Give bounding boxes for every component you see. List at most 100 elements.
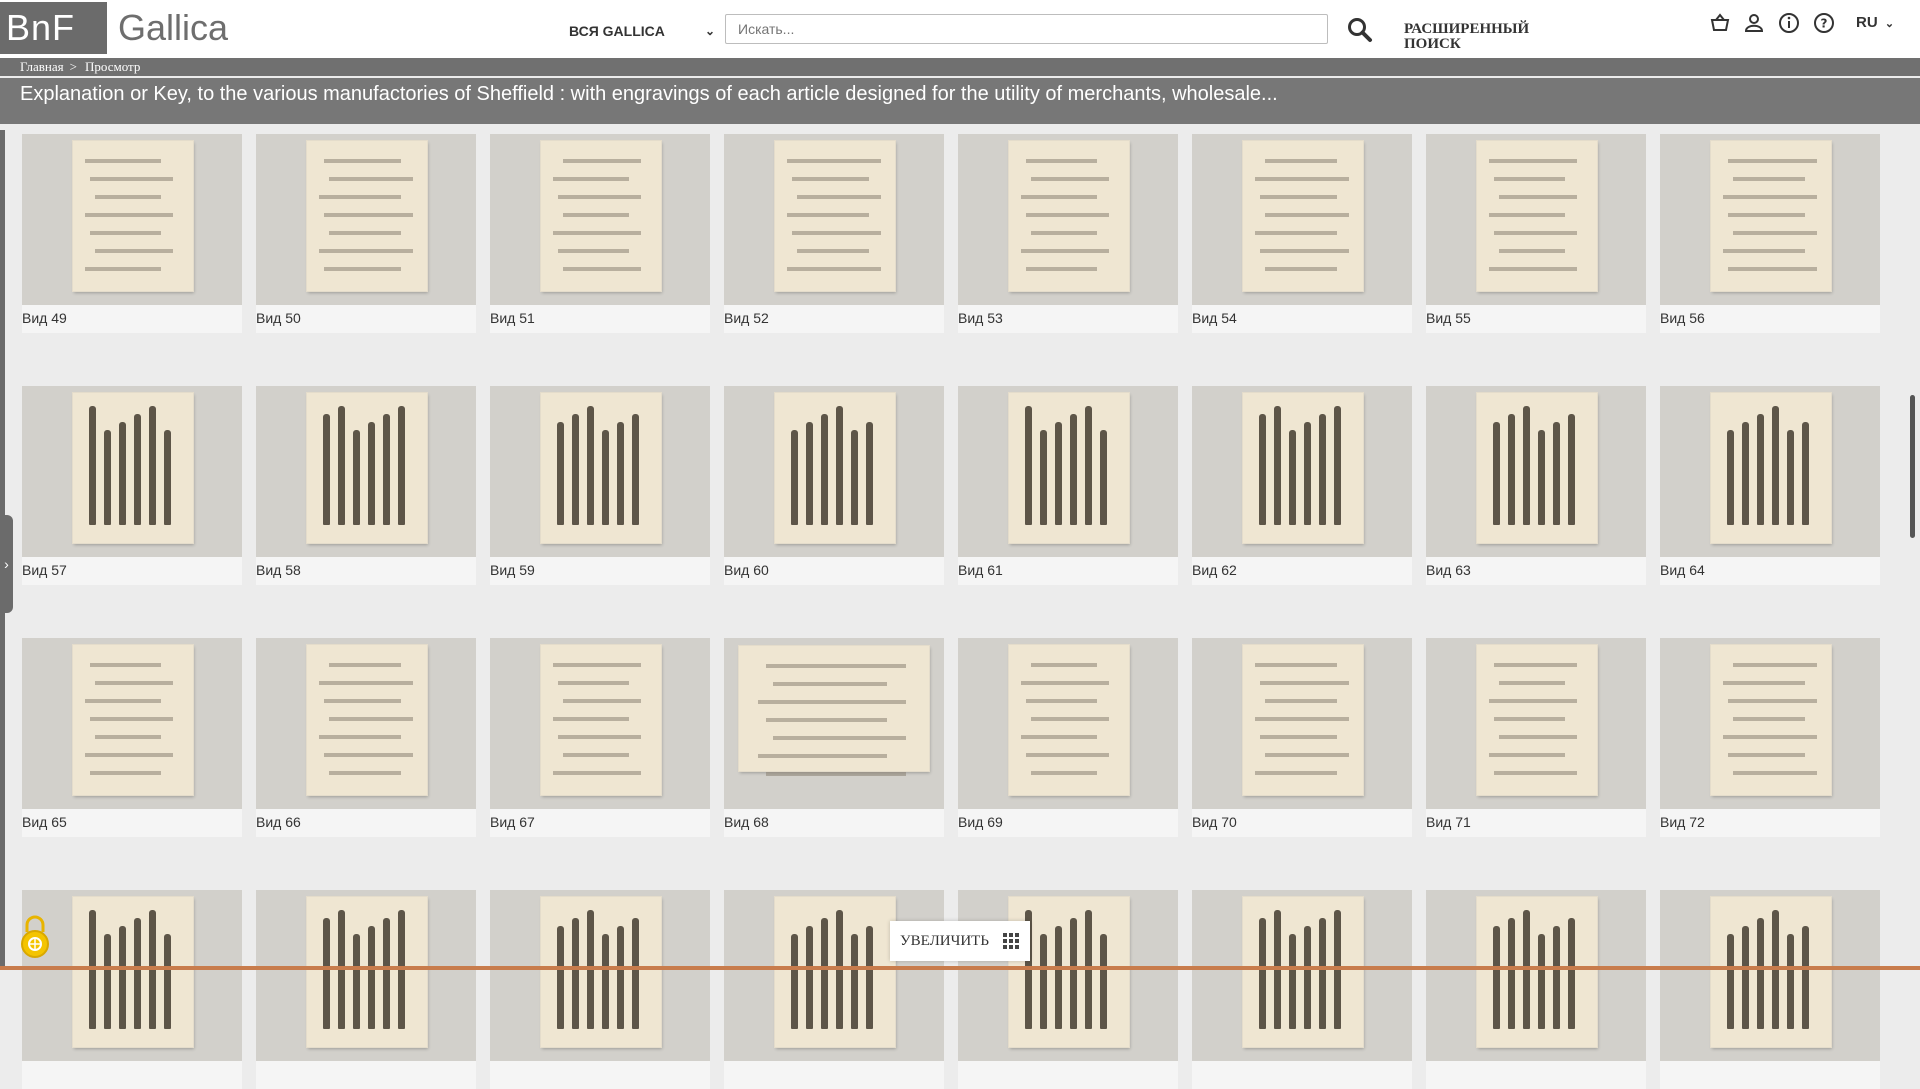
thumbnail-label[interactable]: Вид 67 — [490, 814, 535, 830]
thumbnail-image[interactable] — [1426, 638, 1646, 809]
thumbnail-tile[interactable]: Вид 50 — [256, 134, 476, 333]
thumbnail-tile[interactable]: Вид 65 — [22, 638, 242, 837]
thumbnail-image[interactable] — [724, 638, 944, 809]
thumbnail-label[interactable]: Вид 60 — [724, 562, 769, 578]
thumbnail-tile[interactable] — [1192, 890, 1412, 1089]
basket-icon[interactable] — [1709, 12, 1731, 34]
thumbnail-label[interactable]: Вид 71 — [1426, 814, 1471, 830]
site-name[interactable]: Gallica — [118, 6, 228, 50]
thumbnail-label[interactable]: Вид 55 — [1426, 310, 1471, 326]
thumbnail-image[interactable] — [490, 386, 710, 557]
breadcrumb-current[interactable]: Просмотр — [85, 59, 140, 74]
thumbnail-tile[interactable]: Вид 56 — [1660, 134, 1880, 333]
thumbnail-image[interactable] — [256, 638, 476, 809]
thumbnail-image[interactable] — [1192, 386, 1412, 557]
thumbnail-tile[interactable] — [22, 890, 242, 1089]
language-select[interactable]: RU ⌄ — [1856, 14, 1894, 31]
thumbnail-image[interactable] — [22, 638, 242, 809]
thumbnail-tile[interactable]: Вид 71 — [1426, 638, 1646, 837]
thumbnail-image[interactable] — [1426, 386, 1646, 557]
thumbnail-image[interactable] — [256, 386, 476, 557]
thumbnail-tile[interactable] — [1426, 890, 1646, 1089]
thumbnail-label[interactable]: Вид 57 — [22, 562, 67, 578]
thumbnail-label[interactable]: Вид 53 — [958, 310, 1003, 326]
thumbnail-tile[interactable]: Вид 54 — [1192, 134, 1412, 333]
thumbnail-label[interactable]: Вид 64 — [1660, 562, 1705, 578]
thumbnail-tile[interactable]: Вид 59 — [490, 386, 710, 585]
thumbnail-image[interactable] — [1192, 638, 1412, 809]
thumbnail-image[interactable] — [490, 134, 710, 305]
thumbnail-image[interactable] — [256, 890, 476, 1061]
thumbnail-image[interactable] — [724, 386, 944, 557]
thumbnail-label[interactable]: Вид 66 — [256, 814, 301, 830]
thumbnail-label[interactable]: Вид 49 — [22, 310, 67, 326]
user-icon[interactable] — [1743, 12, 1765, 34]
thumbnail-image[interactable] — [1660, 386, 1880, 557]
advanced-search-link[interactable]: РАСШИРЕННЫЙ ПОИСК — [1404, 22, 1544, 52]
thumbnail-tile[interactable]: Вид 66 — [256, 638, 476, 837]
side-panel-toggle[interactable]: › — [0, 515, 13, 613]
thumbnail-image[interactable] — [958, 890, 1178, 1061]
thumbnail-label[interactable]: Вид 59 — [490, 562, 535, 578]
thumbnail-image[interactable] — [490, 638, 710, 809]
thumbnail-image[interactable] — [490, 890, 710, 1061]
search-icon[interactable] — [1346, 16, 1374, 44]
thumbnail-image[interactable] — [256, 134, 476, 305]
thumbnail-image[interactable] — [1192, 890, 1412, 1061]
scrollbar-thumb[interactable] — [1910, 395, 1915, 538]
lock-icon[interactable] — [19, 914, 51, 958]
thumbnail-tile[interactable]: Вид 49 — [22, 134, 242, 333]
thumbnail-image[interactable] — [22, 890, 242, 1061]
thumbnail-label[interactable]: Вид 56 — [1660, 310, 1705, 326]
thumbnail-tile[interactable]: Вид 64 — [1660, 386, 1880, 585]
thumbnail-tile[interactable]: Вид 63 — [1426, 386, 1646, 585]
breadcrumb-home[interactable]: Главная — [20, 59, 64, 74]
thumbnail-label[interactable]: Вид 52 — [724, 310, 769, 326]
thumbnail-tile[interactable]: Вид 62 — [1192, 386, 1412, 585]
thumbnail-label[interactable]: Вид 62 — [1192, 562, 1237, 578]
thumbnail-tile[interactable]: Вид 72 — [1660, 638, 1880, 837]
thumbnail-label[interactable]: Вид 63 — [1426, 562, 1471, 578]
thumbnail-label[interactable]: Вид 61 — [958, 562, 1003, 578]
thumbnail-image[interactable] — [958, 386, 1178, 557]
thumbnail-image[interactable] — [22, 134, 242, 305]
thumbnail-tile[interactable]: Вид 51 — [490, 134, 710, 333]
scope-select[interactable]: ВСЯ GALLICA ⌄ — [569, 16, 719, 46]
thumbnail-label[interactable]: Вид 70 — [1192, 814, 1237, 830]
thumbnail-tile[interactable]: Вид 69 — [958, 638, 1178, 837]
thumbnail-tile[interactable]: Вид 60 — [724, 386, 944, 585]
thumbnail-label[interactable]: Вид 51 — [490, 310, 535, 326]
thumbnail-label[interactable]: Вид 68 — [724, 814, 769, 830]
thumbnail-tile[interactable] — [490, 890, 710, 1089]
thumbnail-tile[interactable]: Вид 70 — [1192, 638, 1412, 837]
thumbnail-image[interactable] — [22, 386, 242, 557]
thumbnail-tile[interactable] — [724, 890, 944, 1089]
thumbnail-label[interactable]: Вид 58 — [256, 562, 301, 578]
thumbnail-tile[interactable]: Вид 55 — [1426, 134, 1646, 333]
thumbnail-image[interactable] — [1426, 890, 1646, 1061]
thumbnail-image[interactable] — [1660, 638, 1880, 809]
thumbnail-tile[interactable] — [256, 890, 476, 1089]
thumbnail-tile[interactable]: Вид 61 — [958, 386, 1178, 585]
info-icon[interactable] — [1778, 12, 1800, 34]
thumbnail-image[interactable] — [958, 638, 1178, 809]
help-icon[interactable]: ? — [1813, 12, 1835, 34]
thumbnail-tile[interactable] — [958, 890, 1178, 1089]
thumbnail-image[interactable] — [958, 134, 1178, 305]
thumbnail-image[interactable] — [1660, 134, 1880, 305]
thumbnail-label[interactable]: Вид 54 — [1192, 310, 1237, 326]
thumbnail-image[interactable] — [1192, 134, 1412, 305]
thumbnail-image[interactable] — [724, 890, 944, 1061]
thumbnail-tile[interactable]: Вид 67 — [490, 638, 710, 837]
thumbnail-tile[interactable]: Вид 53 — [958, 134, 1178, 333]
thumbnail-label[interactable]: Вид 65 — [22, 814, 67, 830]
grid-icon[interactable] — [1003, 933, 1019, 949]
thumbnail-image[interactable] — [724, 134, 944, 305]
thumbnail-tile[interactable]: Вид 68 — [724, 638, 944, 837]
thumbnail-label[interactable]: Вид 50 — [256, 310, 301, 326]
thumbnail-tile[interactable]: Вид 52 — [724, 134, 944, 333]
zoom-button[interactable]: УВЕЛИЧИТЬ — [900, 933, 989, 950]
thumbnail-label[interactable]: Вид 72 — [1660, 814, 1705, 830]
thumbnail-tile[interactable]: Вид 58 — [256, 386, 476, 585]
thumbnail-label[interactable]: Вид 69 — [958, 814, 1003, 830]
